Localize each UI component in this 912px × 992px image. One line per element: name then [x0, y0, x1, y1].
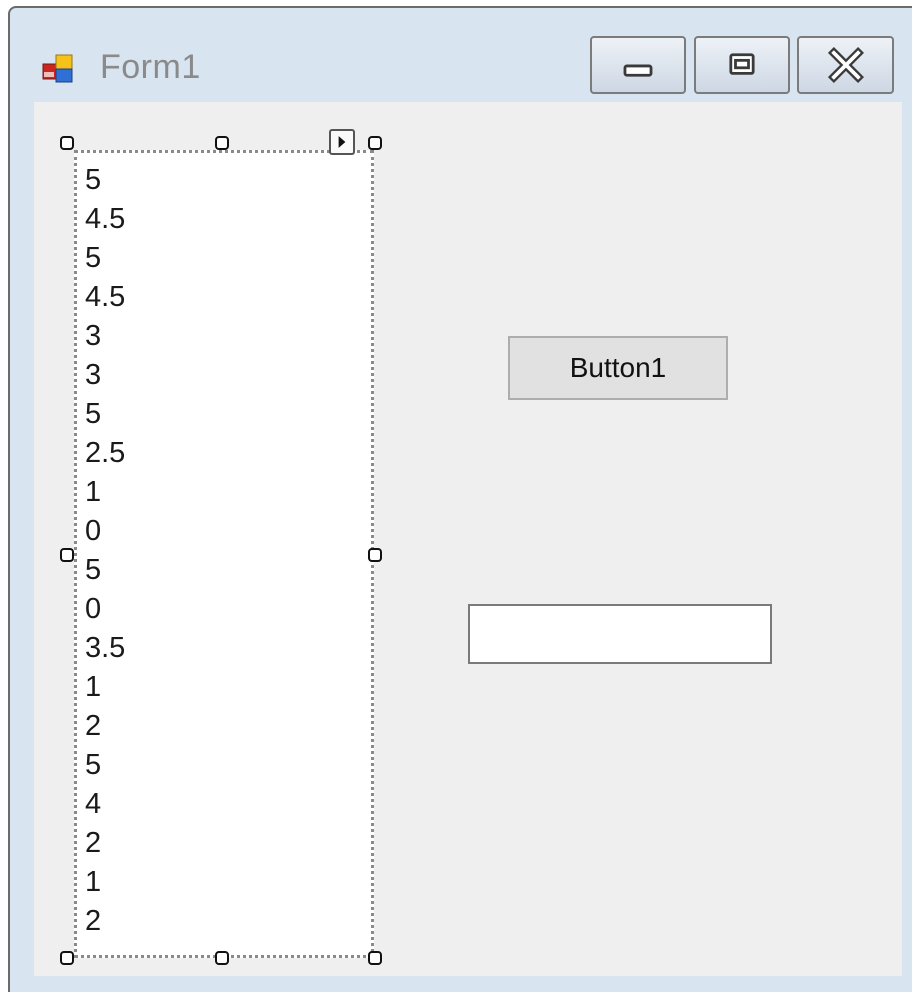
textbox[interactable]: [468, 604, 772, 664]
resize-handle-middle-left[interactable]: [60, 548, 74, 562]
list-item[interactable]: 5: [85, 239, 125, 278]
list-item[interactable]: 1: [85, 668, 125, 707]
list-item[interactable]: 5: [85, 551, 125, 590]
list-item[interactable]: 2: [85, 824, 125, 863]
maximize-icon: [729, 53, 755, 75]
list-item[interactable]: 2: [85, 902, 125, 941]
maximize-button[interactable]: [694, 36, 790, 94]
resize-handle-top-right[interactable]: [368, 136, 382, 150]
form1-window: Form1 5 4.5 5 4.5 3 3 5 2.5 1 0 5 0 3.5 1 2 5 4 2 1 2: [8, 6, 912, 992]
list-item[interactable]: 5: [85, 395, 125, 434]
minimize-icon: [623, 64, 653, 77]
smart-tag-arrow-icon: [338, 136, 346, 148]
list-item[interactable]: 4.5: [85, 200, 125, 239]
list-item[interactable]: 0: [85, 512, 125, 551]
list-item[interactable]: 2: [85, 707, 125, 746]
button1[interactable]: Button1: [508, 336, 728, 400]
smart-tag-button[interactable]: [329, 129, 355, 155]
list-item[interactable]: 3.5: [85, 629, 125, 668]
close-button[interactable]: [797, 36, 894, 94]
resize-handle-top-left[interactable]: [60, 136, 74, 150]
list-item[interactable]: 1: [85, 473, 125, 512]
close-icon: [827, 46, 864, 84]
list-item[interactable]: 2.5: [85, 434, 125, 473]
resize-handle-bottom-center[interactable]: [215, 951, 229, 965]
list-item[interactable]: 3: [85, 317, 125, 356]
resize-handle-bottom-left[interactable]: [60, 951, 74, 965]
list-item[interactable]: 4: [85, 785, 125, 824]
listbox[interactable]: 5 4.5 5 4.5 3 3 5 2.5 1 0 5 0 3.5 1 2 5 4 2 1 2: [74, 150, 374, 958]
list-item[interactable]: 3: [85, 356, 125, 395]
list-item[interactable]: 5: [85, 161, 125, 200]
list-item[interactable]: 1: [85, 863, 125, 902]
minimize-button[interactable]: [590, 36, 686, 94]
form-client-area: 5 4.5 5 4.5 3 3 5 2.5 1 0 5 0 3.5 1 2 5 4 2 1 2 Button1: [34, 102, 902, 976]
list-item[interactable]: 0: [85, 590, 125, 629]
window-title: Form1: [100, 48, 201, 86]
list-item[interactable]: 4.5: [85, 278, 125, 317]
resize-handle-middle-right[interactable]: [368, 548, 382, 562]
list-item[interactable]: 5: [85, 746, 125, 785]
title-bar[interactable]: Form1: [10, 8, 912, 100]
listbox-items: 5 4.5 5 4.5 3 3 5 2.5 1 0 5 0 3.5 1 2 5 4 2 1 2: [85, 161, 125, 941]
resize-handle-top-center[interactable]: [215, 136, 229, 150]
resize-handle-bottom-right[interactable]: [368, 951, 382, 965]
form-app-icon: [42, 52, 74, 84]
